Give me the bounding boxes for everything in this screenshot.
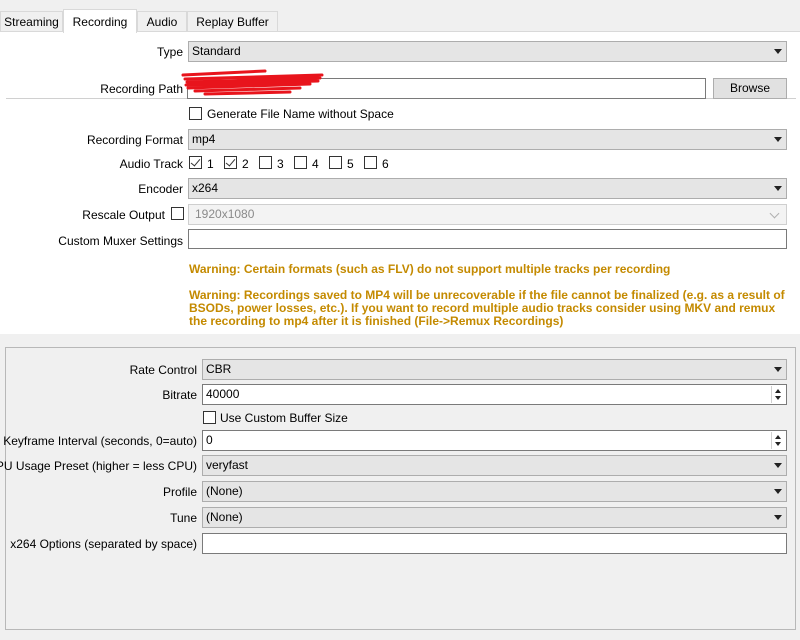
audio-track-5-checkbox[interactable] bbox=[329, 156, 342, 169]
audio-track-2-checkbox[interactable] bbox=[224, 156, 237, 169]
encoder-select[interactable]: x264 bbox=[188, 178, 787, 199]
chevron-down-icon bbox=[774, 489, 782, 494]
tune-select[interactable]: (None) bbox=[202, 507, 787, 528]
audio-track-1-label: 1 bbox=[207, 157, 214, 171]
bitrate-input[interactable]: 40000 bbox=[202, 384, 787, 405]
cpu-preset-select[interactable]: veryfast bbox=[202, 455, 787, 476]
chevron-down-icon bbox=[774, 463, 782, 468]
encoder-label: Encoder bbox=[138, 182, 183, 196]
audio-track-label: Audio Track bbox=[119, 157, 183, 171]
keyframe-interval-value: 0 bbox=[206, 433, 213, 447]
generate-name-checkbox[interactable] bbox=[189, 107, 202, 120]
keyframe-interval-label: Keyframe Interval (seconds, 0=auto) bbox=[3, 434, 197, 448]
keyframe-interval-input[interactable]: 0 bbox=[202, 430, 787, 451]
recording-format-select[interactable]: mp4 bbox=[188, 129, 787, 150]
custom-muxer-label: Custom Muxer Settings bbox=[58, 234, 183, 248]
rate-control-label: Rate Control bbox=[129, 363, 197, 377]
chevron-down-icon bbox=[774, 367, 782, 372]
keyframe-spinner[interactable] bbox=[771, 432, 785, 449]
custom-muxer-input[interactable] bbox=[188, 229, 787, 249]
bitrate-label: Bitrate bbox=[162, 388, 197, 402]
audio-track-5-label: 5 bbox=[347, 157, 354, 171]
encoder-value: x264 bbox=[192, 181, 219, 195]
audio-track-6-label: 6 bbox=[382, 157, 389, 171]
tune-label: Tune bbox=[170, 511, 197, 525]
spin-up-icon bbox=[775, 389, 781, 393]
chevron-down-icon bbox=[774, 515, 782, 520]
cpu-preset-label: CPU Usage Preset (higher = less CPU) bbox=[0, 459, 197, 473]
rescale-resolution-value: 1920x1080 bbox=[195, 207, 255, 221]
checkmark-icon bbox=[190, 156, 201, 167]
audio-track-6-checkbox[interactable] bbox=[364, 156, 377, 169]
encoder-settings-panel: Rate Control CBR Bitrate 40000 Use Custo… bbox=[0, 347, 796, 630]
redaction-scribble bbox=[181, 69, 324, 96]
spin-down-icon bbox=[775, 442, 781, 446]
spin-up-icon bbox=[775, 435, 781, 439]
recording-format-value: mp4 bbox=[192, 132, 216, 146]
x264-options-input[interactable] bbox=[202, 533, 787, 554]
bitrate-value: 40000 bbox=[206, 387, 240, 401]
audio-track-2-label: 2 bbox=[242, 157, 249, 171]
recording-settings-panel: Type Standard Recording Path Browse Gene… bbox=[0, 32, 800, 334]
rescale-output-label: Rescale Output bbox=[82, 208, 165, 222]
settings-tab-bar: Streaming Recording Audio Replay Buffer bbox=[0, 0, 800, 33]
audio-track-1-checkbox[interactable] bbox=[189, 156, 202, 169]
tab-replay-buffer[interactable]: Replay Buffer bbox=[187, 11, 278, 31]
chevron-down-icon bbox=[774, 49, 782, 54]
profile-value: (None) bbox=[206, 484, 243, 498]
rate-control-select[interactable]: CBR bbox=[202, 359, 787, 380]
custom-buffer-label: Use Custom Buffer Size bbox=[220, 411, 348, 425]
x264-options-label: x264 Options (separated by space) bbox=[10, 537, 197, 551]
warning-multitrack: Warning: Certain formats (such as FLV) d… bbox=[189, 262, 671, 276]
rescale-output-checkbox[interactable] bbox=[171, 207, 184, 220]
bitrate-spinner[interactable] bbox=[771, 386, 785, 403]
audio-track-4-checkbox[interactable] bbox=[294, 156, 307, 169]
chevron-down-icon bbox=[769, 208, 781, 219]
rescale-resolution-select: 1920x1080 bbox=[188, 204, 787, 225]
audio-track-4-label: 4 bbox=[312, 157, 319, 171]
tab-streaming[interactable]: Streaming bbox=[0, 11, 63, 31]
recording-format-label: Recording Format bbox=[86, 133, 183, 147]
checkmark-icon bbox=[225, 156, 236, 167]
browse-button[interactable]: Browse bbox=[713, 78, 787, 99]
chevron-down-icon bbox=[774, 186, 782, 191]
tab-recording[interactable]: Recording bbox=[63, 9, 137, 33]
chevron-down-icon bbox=[774, 137, 782, 142]
spin-down-icon bbox=[775, 396, 781, 400]
rate-control-value: CBR bbox=[206, 362, 232, 376]
warning-mp4: Warning: Recordings saved to MP4 will be… bbox=[189, 288, 785, 328]
cpu-preset-value: veryfast bbox=[206, 458, 249, 472]
generate-name-label: Generate File Name without Space bbox=[207, 107, 394, 121]
audio-track-3-checkbox[interactable] bbox=[259, 156, 272, 169]
profile-select[interactable]: (None) bbox=[202, 481, 787, 502]
tab-audio[interactable]: Audio bbox=[137, 11, 187, 31]
custom-buffer-checkbox[interactable] bbox=[203, 411, 216, 424]
tune-value: (None) bbox=[206, 510, 243, 524]
audio-track-3-label: 3 bbox=[277, 157, 284, 171]
profile-label: Profile bbox=[162, 485, 197, 499]
